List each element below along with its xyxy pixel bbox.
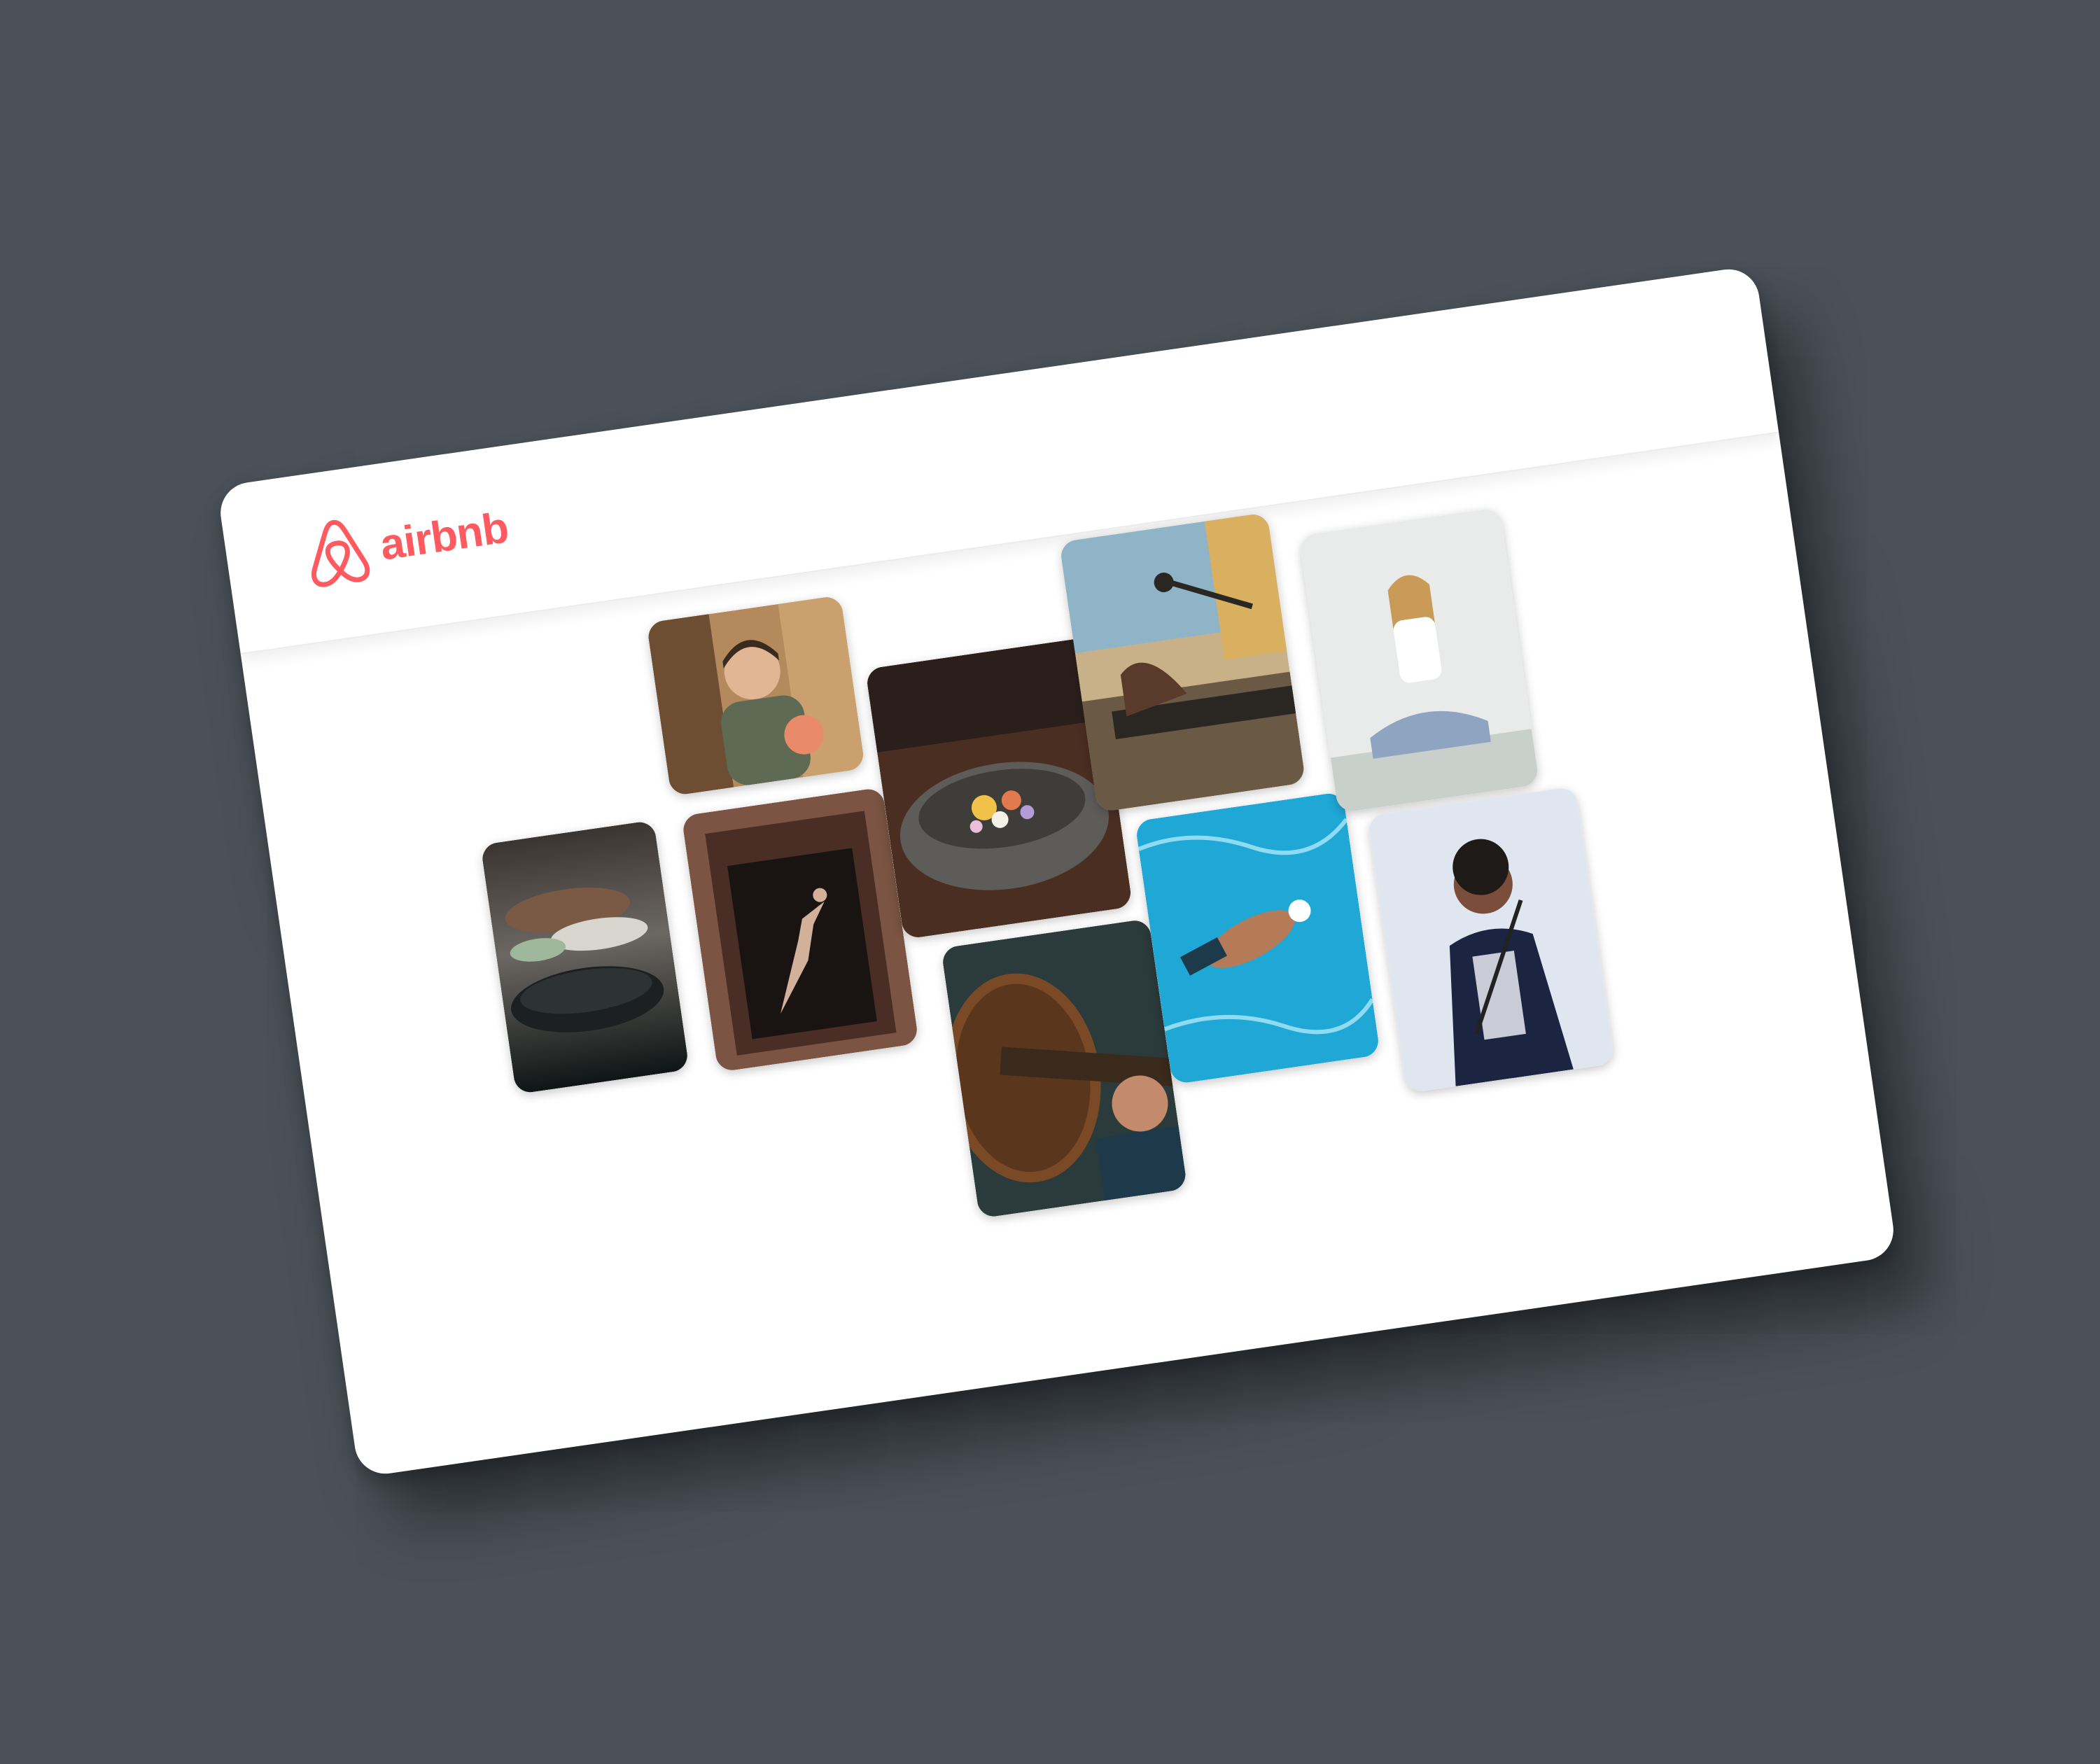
gift-card: airbnb bbox=[216, 265, 1898, 1478]
card-header: airbnb bbox=[216, 265, 1779, 655]
swimmer-pool-photo bbox=[1134, 791, 1381, 1085]
dancer-doorway-photo bbox=[681, 787, 920, 1072]
singer-microphone-photo bbox=[1367, 786, 1616, 1093]
guitar-photo bbox=[940, 918, 1188, 1219]
brand-wordmark: airbnb bbox=[377, 503, 512, 570]
chef-woman-photo bbox=[646, 595, 866, 797]
scene-background: airbnb bbox=[0, 0, 2100, 1764]
yoga-woman-photo bbox=[1298, 507, 1540, 813]
airbnb-belo-icon bbox=[312, 519, 370, 587]
cooking-pot-photo bbox=[480, 820, 690, 1095]
airbnb-logo: airbnb bbox=[300, 492, 513, 591]
keyboard-microphone-photo bbox=[1058, 512, 1306, 813]
